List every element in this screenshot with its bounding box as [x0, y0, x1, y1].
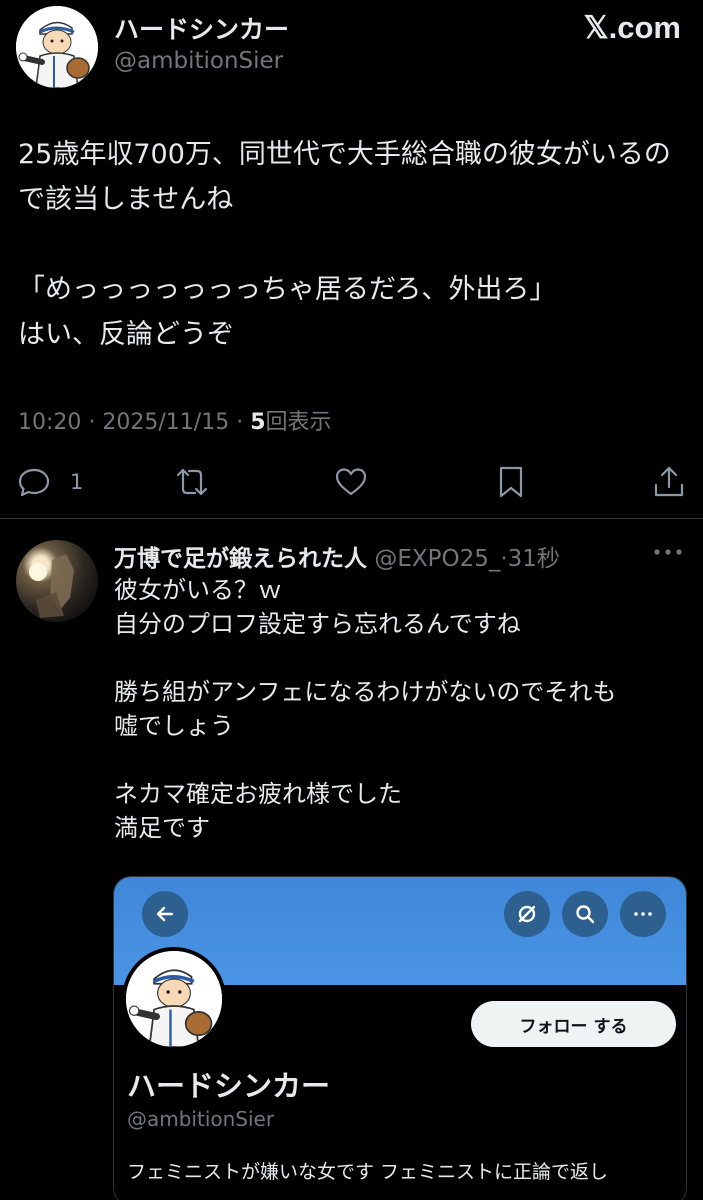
- views-label: 回表示: [265, 410, 332, 435]
- reply-author-handle[interactable]: @EXPO25_: [374, 546, 500, 572]
- reply-count: 1: [70, 470, 84, 494]
- tweet-paragraph: 25歳年収700万、同世代で大手総合職の彼女がいるので該当しませんね: [18, 139, 671, 215]
- more-dots-icon: [654, 549, 682, 555]
- profile-name: ハードシンカー: [127, 1069, 331, 1103]
- tweet-date[interactable]: 2025/11/15: [102, 410, 229, 435]
- profile-handle: @ambitionSier: [127, 1107, 275, 1131]
- arrow-left-icon: [156, 906, 174, 922]
- profile-bio: フェミニストが嫌いな女です フェミニストに正論で返し: [127, 1161, 609, 1183]
- reply-text: 彼女がいる？ｗ 自分のプロフ設定すら忘れるんですね 勝ち組がアンフェになるわけが…: [114, 576, 617, 842]
- divider: [0, 518, 703, 519]
- follow-button: フォロー する: [471, 1001, 676, 1047]
- reply-button[interactable]: 1: [16, 462, 83, 502]
- x-com-logo: 𝕏.com: [583, 10, 681, 45]
- retweet-icon: [176, 468, 208, 496]
- tweet-time[interactable]: 10:20: [18, 410, 81, 435]
- baseball-player-illustration: [126, 951, 222, 1047]
- share-button[interactable]: [651, 462, 687, 502]
- more-button: [620, 891, 666, 937]
- grok-button: [504, 891, 550, 937]
- author-name[interactable]: ハードシンカー: [114, 10, 289, 46]
- reply-author-name[interactable]: 万博で足が鍛えられた人: [114, 546, 367, 572]
- reply-author-avatar[interactable]: [16, 540, 98, 622]
- reply-time[interactable]: 31秒: [508, 546, 560, 572]
- more-dots-icon: [634, 912, 652, 916]
- embedded-profile-image[interactable]: フォロー する ハードシンカー @ambitionSier フェミニストが嫌いな…: [113, 876, 687, 1200]
- more-options-button[interactable]: [651, 542, 685, 562]
- reply-separator: ·: [500, 546, 508, 572]
- tweet-text: 25歳年収700万、同世代で大手総合職の彼女がいるので該当しませんね 「めっっっ…: [18, 132, 688, 357]
- tweet-paragraph: 「めっっっっっっっちゃ居るだろ、外出ろ」 はい、反論どうぞ: [18, 274, 557, 350]
- like-icon: [335, 468, 367, 496]
- meta-separator: ·: [88, 410, 96, 435]
- tweet-meta: 10:20 · 2025/11/15 · 5回表示: [18, 404, 332, 436]
- reply-header: 万博で足が鍛えられた人 @EXPO25_·31秒: [114, 539, 560, 573]
- grok-icon: [518, 905, 536, 923]
- baseball-player-illustration: [16, 6, 98, 88]
- author-avatar[interactable]: [16, 6, 98, 88]
- share-icon: [654, 466, 684, 497]
- bookmark-icon: [499, 466, 523, 498]
- meta-separator: ·: [236, 410, 244, 435]
- search-icon: [576, 905, 595, 924]
- tweet-paragraph: [18, 222, 688, 267]
- retweet-button[interactable]: [174, 462, 210, 502]
- reply-icon: [18, 468, 50, 497]
- bookmark-button[interactable]: [493, 462, 529, 502]
- views-count: 5: [250, 410, 266, 435]
- profile-avatar: [122, 947, 226, 1051]
- search-button: [562, 891, 608, 937]
- like-button[interactable]: [333, 462, 369, 502]
- statue-photo: [29, 554, 74, 618]
- back-button: [142, 891, 188, 937]
- author-handle[interactable]: @ambitionSier: [114, 48, 283, 74]
